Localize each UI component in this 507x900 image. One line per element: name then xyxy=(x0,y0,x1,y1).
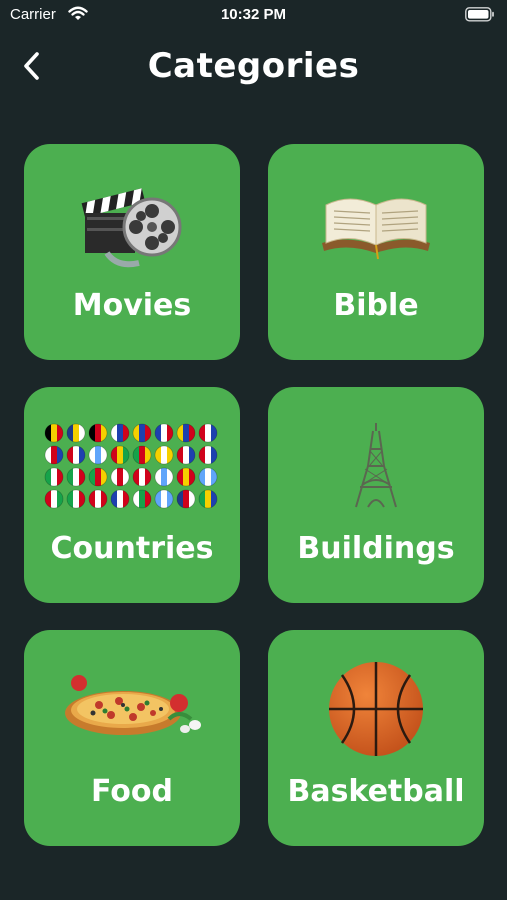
eiffel-tower-icon xyxy=(355,423,397,508)
category-label-buildings: Buildings xyxy=(297,531,455,566)
film-reel-icon xyxy=(81,188,182,268)
category-card-movies[interactable]: Movies xyxy=(24,144,240,360)
status-bar: Carrier 10:32 PM xyxy=(0,0,507,32)
category-label-basketball: Basketball xyxy=(287,774,465,809)
category-label-movies: Movies xyxy=(72,288,192,323)
basketball-icon xyxy=(329,662,423,756)
page-title: Categories xyxy=(147,46,360,86)
category-card-bible[interactable]: Bible xyxy=(268,144,484,360)
header: Categories xyxy=(0,38,507,98)
category-card-food[interactable]: Food xyxy=(24,630,240,846)
flags-icon xyxy=(44,423,218,509)
category-card-basketball[interactable]: Basketball xyxy=(268,630,484,846)
category-label-food: Food xyxy=(91,774,173,809)
category-label-bible: Bible xyxy=(333,288,419,323)
category-card-countries[interactable]: Countries xyxy=(24,387,240,603)
category-label-countries: Countries xyxy=(50,531,214,566)
status-time: 10:32 PM xyxy=(220,6,287,23)
pizza-icon xyxy=(65,675,201,735)
open-book-icon xyxy=(322,198,430,260)
battery-icon xyxy=(465,7,495,26)
category-card-buildings[interactable]: Buildings xyxy=(268,387,484,603)
